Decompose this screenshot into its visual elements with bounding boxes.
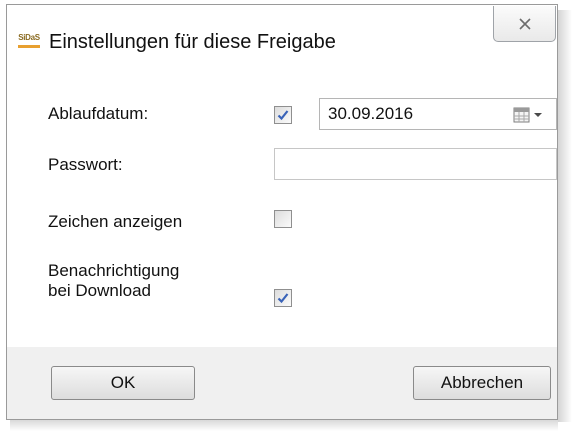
app-logo-text: SiDaS [18,33,40,42]
notify-checkbox[interactable] [274,289,292,307]
expiry-date-value: 30.09.2016 [328,104,414,123]
close-icon [518,17,531,30]
app-logo-icon: SiDaS [17,33,41,51]
dialog-footer: OK Abbrechen [7,347,557,419]
title-bar[interactable]: SiDaS Einstellungen für diese Freigabe [7,5,557,75]
settings-dialog: SiDaS Einstellungen für diese Freigabe A… [6,4,558,420]
expiry-label: Ablaufdatum: [48,104,149,123]
date-picker-button[interactable] [506,105,550,125]
cancel-button[interactable]: Abbrechen [413,366,551,400]
calendar-dropdown-icon [513,107,542,123]
checkmark-icon [277,293,289,304]
password-label: Passwort: [48,155,123,174]
show-chars-label: Zeichen anzeigen [48,212,183,231]
close-button[interactable] [493,6,556,42]
show-chars-checkbox[interactable] [274,210,292,228]
expiry-checkbox[interactable] [274,106,292,124]
dialog-content: Ablaufdatum: 30.09.2016 Passwort: Zeiche… [7,75,557,347]
checkmark-icon [277,110,289,121]
password-field[interactable] [274,148,557,180]
notify-label-line1: Benachrichtigung [48,261,180,280]
ok-button[interactable]: OK [51,366,195,400]
window-shadow-bottom [10,420,558,431]
window-shadow-right [558,10,572,422]
expiry-date-field[interactable]: 30.09.2016 [319,98,557,130]
notify-label-line2: bei Download [48,281,152,300]
dialog-title: Einstellungen für diese Freigabe [49,31,336,53]
